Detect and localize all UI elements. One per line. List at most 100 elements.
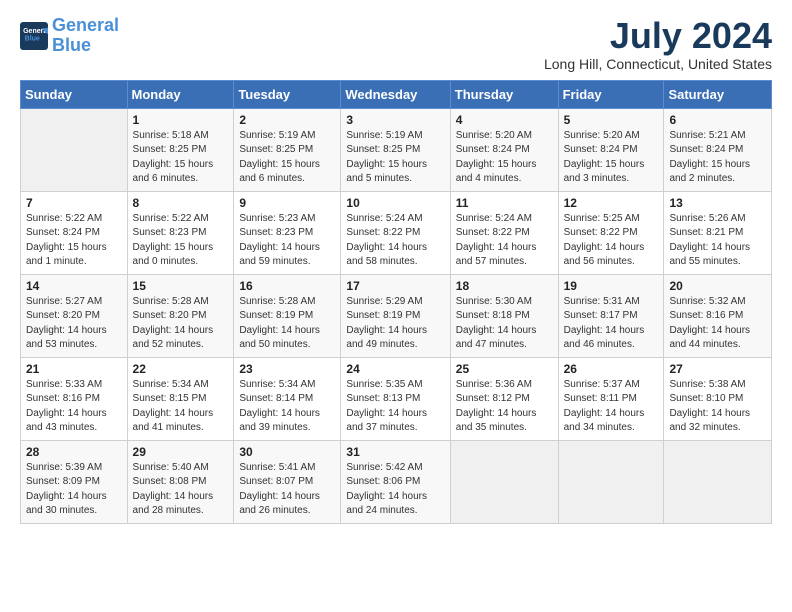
logo-text: General Blue xyxy=(52,16,119,56)
calendar-week-row: 7Sunrise: 5:22 AMSunset: 8:24 PMDaylight… xyxy=(21,191,772,274)
day-info: Sunrise: 5:28 AMSunset: 8:20 PMDaylight:… xyxy=(133,295,229,353)
day-number: 9 xyxy=(239,196,335,210)
day-number: 23 xyxy=(239,362,335,376)
day-number: 8 xyxy=(133,196,229,210)
day-number: 24 xyxy=(346,362,444,376)
day-info: Sunrise: 5:30 AMSunset: 8:18 PMDaylight:… xyxy=(456,295,553,353)
day-info: Sunrise: 5:41 AMSunset: 8:07 PMDaylight:… xyxy=(239,461,335,519)
day-header-monday: Monday xyxy=(127,80,234,108)
day-number: 29 xyxy=(133,445,229,459)
day-info: Sunrise: 5:37 AMSunset: 8:11 PMDaylight:… xyxy=(564,378,659,436)
calendar-cell: 22 Sunrise: 5:34 AMSunset: 8:15 PMDayligh… xyxy=(127,357,234,440)
day-number: 28 xyxy=(26,445,122,459)
calendar-cell: 31 Sunrise: 5:42 AMSunset: 8:06 PMDayligh… xyxy=(341,440,450,523)
calendar-cell: 21 Sunrise: 5:33 AMSunset: 8:16 PMDayligh… xyxy=(21,357,128,440)
day-number: 17 xyxy=(346,279,444,293)
calendar-cell: 10 Sunrise: 5:24 AMSunset: 8:22 PMDayligh… xyxy=(341,191,450,274)
title-block: July 2024 Long Hill, Connecticut, United… xyxy=(544,16,772,72)
logo-icon: General Blue xyxy=(20,22,48,50)
day-info: Sunrise: 5:42 AMSunset: 8:06 PMDaylight:… xyxy=(346,461,444,519)
calendar-cell: 25 Sunrise: 5:36 AMSunset: 8:12 PMDayligh… xyxy=(450,357,558,440)
day-number: 27 xyxy=(669,362,766,376)
day-info: Sunrise: 5:20 AMSunset: 8:24 PMDaylight:… xyxy=(564,129,659,187)
day-header-wednesday: Wednesday xyxy=(341,80,450,108)
day-number: 16 xyxy=(239,279,335,293)
day-header-friday: Friday xyxy=(558,80,664,108)
day-info: Sunrise: 5:21 AMSunset: 8:24 PMDaylight:… xyxy=(669,129,766,187)
calendar-cell: 17 Sunrise: 5:29 AMSunset: 8:19 PMDayligh… xyxy=(341,274,450,357)
day-number: 2 xyxy=(239,113,335,127)
day-info: Sunrise: 5:38 AMSunset: 8:10 PMDaylight:… xyxy=(669,378,766,436)
calendar-week-row: 1 Sunrise: 5:18 AMSunset: 8:25 PMDaylight… xyxy=(21,108,772,191)
day-number: 26 xyxy=(564,362,659,376)
day-number: 21 xyxy=(26,362,122,376)
day-info: Sunrise: 5:19 AMSunset: 8:25 PMDaylight:… xyxy=(239,129,335,187)
day-info: Sunrise: 5:19 AMSunset: 8:25 PMDaylight:… xyxy=(346,129,444,187)
day-info: Sunrise: 5:36 AMSunset: 8:12 PMDaylight:… xyxy=(456,378,553,436)
calendar-cell xyxy=(450,440,558,523)
day-info: Sunrise: 5:34 AMSunset: 8:15 PMDaylight:… xyxy=(133,378,229,436)
day-info: Sunrise: 5:31 AMSunset: 8:17 PMDaylight:… xyxy=(564,295,659,353)
day-number: 18 xyxy=(456,279,553,293)
day-header-sunday: Sunday xyxy=(21,80,128,108)
day-info: Sunrise: 5:32 AMSunset: 8:16 PMDaylight:… xyxy=(669,295,766,353)
day-number: 10 xyxy=(346,196,444,210)
day-number: 5 xyxy=(564,113,659,127)
day-header-thursday: Thursday xyxy=(450,80,558,108)
calendar-cell: 18 Sunrise: 5:30 AMSunset: 8:18 PMDayligh… xyxy=(450,274,558,357)
calendar-cell: 19 Sunrise: 5:31 AMSunset: 8:17 PMDayligh… xyxy=(558,274,664,357)
day-info: Sunrise: 5:24 AMSunset: 8:22 PMDaylight:… xyxy=(346,212,444,270)
day-header-saturday: Saturday xyxy=(664,80,772,108)
day-info: Sunrise: 5:33 AMSunset: 8:16 PMDaylight:… xyxy=(26,378,122,436)
day-number: 20 xyxy=(669,279,766,293)
calendar-cell: 9 Sunrise: 5:23 AMSunset: 8:23 PMDaylight… xyxy=(234,191,341,274)
calendar-cell xyxy=(558,440,664,523)
day-header-tuesday: Tuesday xyxy=(234,80,341,108)
calendar-cell: 27 Sunrise: 5:38 AMSunset: 8:10 PMDayligh… xyxy=(664,357,772,440)
calendar-cell: 20 Sunrise: 5:32 AMSunset: 8:16 PMDayligh… xyxy=(664,274,772,357)
day-number: 13 xyxy=(669,196,766,210)
calendar-cell: 4Sunrise: 5:20 AMSunset: 8:24 PMDaylight… xyxy=(450,108,558,191)
calendar-cell xyxy=(664,440,772,523)
day-info: Sunrise: 5:28 AMSunset: 8:19 PMDaylight:… xyxy=(239,295,335,353)
day-info: Sunrise: 5:34 AMSunset: 8:14 PMDaylight:… xyxy=(239,378,335,436)
day-info: Sunrise: 5:25 AMSunset: 8:22 PMDaylight:… xyxy=(564,212,659,270)
day-info: Sunrise: 5:35 AMSunset: 8:13 PMDaylight:… xyxy=(346,378,444,436)
day-number: 3 xyxy=(346,113,444,127)
day-info: Sunrise: 5:24 AMSunset: 8:22 PMDaylight:… xyxy=(456,212,553,270)
calendar-cell: 7Sunrise: 5:22 AMSunset: 8:24 PMDaylight… xyxy=(21,191,128,274)
calendar-cell: 8Sunrise: 5:22 AMSunset: 8:23 PMDaylight… xyxy=(127,191,234,274)
calendar-week-row: 28Sunrise: 5:39 AMSunset: 8:09 PMDayligh… xyxy=(21,440,772,523)
location: Long Hill, Connecticut, United States xyxy=(544,56,772,72)
calendar-cell: 11Sunrise: 5:24 AMSunset: 8:22 PMDayligh… xyxy=(450,191,558,274)
calendar-cell: 29Sunrise: 5:40 AMSunset: 8:08 PMDayligh… xyxy=(127,440,234,523)
page-header: General Blue General Blue July 2024 Long… xyxy=(20,16,772,72)
calendar-header-row: SundayMondayTuesdayWednesdayThursdayFrid… xyxy=(21,80,772,108)
calendar-cell: 15 Sunrise: 5:28 AMSunset: 8:20 PMDayligh… xyxy=(127,274,234,357)
calendar-cell: 3 Sunrise: 5:19 AMSunset: 8:25 PMDaylight… xyxy=(341,108,450,191)
calendar-cell: 23 Sunrise: 5:34 AMSunset: 8:14 PMDayligh… xyxy=(234,357,341,440)
day-number: 22 xyxy=(133,362,229,376)
calendar-cell: 28Sunrise: 5:39 AMSunset: 8:09 PMDayligh… xyxy=(21,440,128,523)
calendar-table: SundayMondayTuesdayWednesdayThursdayFrid… xyxy=(20,80,772,524)
day-info: Sunrise: 5:18 AMSunset: 8:25 PMDaylight:… xyxy=(133,129,229,187)
day-info: Sunrise: 5:23 AMSunset: 8:23 PMDaylight:… xyxy=(239,212,335,270)
day-info: Sunrise: 5:27 AMSunset: 8:20 PMDaylight:… xyxy=(26,295,122,353)
day-number: 31 xyxy=(346,445,444,459)
calendar-cell xyxy=(21,108,128,191)
day-number: 14 xyxy=(26,279,122,293)
day-number: 4 xyxy=(456,113,553,127)
day-info: Sunrise: 5:22 AMSunset: 8:24 PMDaylight:… xyxy=(26,212,122,270)
calendar-cell: 6Sunrise: 5:21 AMSunset: 8:24 PMDaylight… xyxy=(664,108,772,191)
calendar-cell: 1 Sunrise: 5:18 AMSunset: 8:25 PMDaylight… xyxy=(127,108,234,191)
calendar-week-row: 14 Sunrise: 5:27 AMSunset: 8:20 PMDayligh… xyxy=(21,274,772,357)
calendar-cell: 13Sunrise: 5:26 AMSunset: 8:21 PMDayligh… xyxy=(664,191,772,274)
day-number: 25 xyxy=(456,362,553,376)
month-year: July 2024 xyxy=(544,16,772,56)
day-number: 15 xyxy=(133,279,229,293)
calendar-cell: 5 Sunrise: 5:20 AMSunset: 8:24 PMDaylight… xyxy=(558,108,664,191)
day-info: Sunrise: 5:29 AMSunset: 8:19 PMDaylight:… xyxy=(346,295,444,353)
day-number: 19 xyxy=(564,279,659,293)
day-number: 1 xyxy=(133,113,229,127)
calendar-cell: 30Sunrise: 5:41 AMSunset: 8:07 PMDayligh… xyxy=(234,440,341,523)
